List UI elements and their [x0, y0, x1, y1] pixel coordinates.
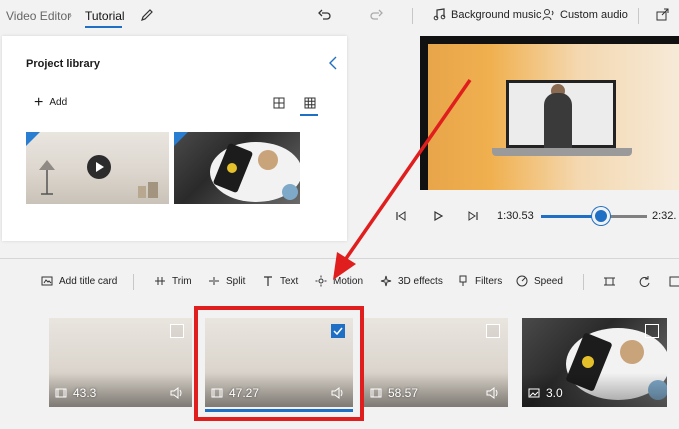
crop-remove-black-bars-icon[interactable] — [603, 275, 616, 288]
preview-laptop-base — [492, 148, 632, 156]
clip-duration: 58.57 — [370, 386, 418, 400]
more-options-icon[interactable] — [669, 275, 679, 288]
clip-select-checkbox[interactable] — [170, 324, 184, 338]
redo-icon[interactable] — [369, 8, 383, 22]
breadcrumb-chevron-icon: › — [68, 8, 72, 22]
export-share-icon[interactable] — [656, 8, 669, 21]
volume-icon[interactable] — [170, 387, 184, 399]
motion-icon — [315, 275, 327, 287]
project-title: Tutorial — [85, 9, 125, 23]
split-icon — [209, 277, 219, 285]
next-frame-icon[interactable] — [467, 210, 479, 222]
plus-icon: + — [34, 93, 44, 111]
add-title-card-button[interactable]: Add title card — [41, 275, 117, 287]
rotate-icon[interactable] — [638, 275, 651, 288]
filters-button[interactable]: Filters — [457, 275, 502, 287]
toolbar-divider — [133, 274, 134, 290]
text-label: Text — [280, 275, 299, 287]
phone-photo-graphic — [210, 142, 300, 202]
filters-label: Filters — [475, 275, 503, 287]
speed-label: Speed — [534, 275, 563, 287]
add-media-button[interactable]: + Add — [34, 93, 68, 111]
annotation-highlight-box — [194, 306, 364, 421]
volume-icon[interactable] — [486, 387, 500, 399]
storyboard-clip[interactable]: 58.57 — [364, 318, 508, 407]
video-clip-icon — [370, 388, 382, 398]
seek-bar-handle[interactable] — [592, 207, 611, 225]
large-grid-view-icon[interactable] — [273, 97, 285, 109]
background-music-button[interactable]: Background music — [433, 8, 542, 21]
filters-icon — [459, 275, 467, 286]
add-title-card-label: Add title card — [59, 275, 118, 287]
speed-button[interactable]: Speed — [516, 275, 563, 287]
toolbar-divider — [412, 8, 413, 24]
storyboard-toolbar: Add title card Trim Split Text Motion 3D… — [0, 258, 679, 304]
3d-effects-label: 3D effects — [398, 275, 443, 287]
custom-audio-icon — [542, 9, 554, 21]
image-clip-icon — [528, 388, 540, 398]
storyboard-clip-image[interactable]: 3.0 — [522, 318, 667, 407]
text-icon — [264, 276, 272, 286]
background-music-label: Background music — [451, 8, 542, 21]
shelf-decor-graphic — [138, 182, 158, 198]
play-preview-icon[interactable] — [87, 155, 111, 179]
music-note-icon — [433, 8, 446, 21]
clip-duration-text: 3.0 — [546, 386, 563, 400]
library-thumbnail-room-video[interactable] — [26, 132, 169, 204]
current-time: 1:30.53 — [497, 210, 534, 222]
storyboard-clip[interactable]: 43.3 — [49, 318, 192, 407]
library-title: Project library — [26, 58, 100, 70]
3d-effects-icon — [380, 275, 392, 287]
preview-person — [544, 93, 572, 148]
3d-effects-button[interactable]: 3D effects — [380, 275, 443, 287]
toolbar-divider — [583, 274, 584, 290]
toolbar-divider — [638, 8, 639, 24]
play-icon[interactable] — [432, 210, 444, 222]
text-button[interactable]: Text — [262, 275, 298, 287]
lamp-graphic — [39, 160, 55, 195]
trim-icon — [155, 277, 165, 285]
add-media-label: Add — [49, 97, 68, 108]
view-selected-indicator — [300, 114, 318, 116]
split-button[interactable]: Split — [208, 275, 245, 287]
previous-frame-icon[interactable] — [395, 210, 407, 222]
split-label: Split — [226, 275, 246, 287]
library-thumbnail-phone-photo[interactable] — [174, 132, 300, 204]
clip-select-checkbox[interactable] — [645, 324, 659, 338]
added-to-project-marker — [26, 132, 40, 146]
top-bar: Video Editor › Tutorial Background music… — [0, 0, 679, 32]
trim-label: Trim — [172, 275, 192, 287]
project-library-panel: Project library + Add — [2, 36, 347, 241]
collapse-chevron-icon[interactable] — [328, 56, 338, 70]
motion-label: Motion — [333, 275, 364, 287]
total-time: 2:32. — [652, 210, 677, 222]
small-grid-view-icon[interactable] — [304, 97, 316, 109]
edit-pencil-icon[interactable] — [140, 8, 154, 22]
video-preview[interactable] — [420, 36, 679, 190]
trim-button[interactable]: Trim — [154, 275, 192, 287]
video-clip-icon — [55, 388, 67, 398]
title-card-icon — [41, 276, 53, 286]
motion-button[interactable]: Motion — [315, 275, 363, 287]
clip-duration-text: 43.3 — [73, 386, 97, 400]
clip-duration-text: 58.57 — [388, 386, 419, 400]
breadcrumb-video-editor[interactable]: Video Editor — [6, 9, 71, 23]
clip-duration: 43.3 — [55, 386, 96, 400]
undo-icon[interactable] — [318, 8, 332, 22]
custom-audio-button[interactable]: Custom audio — [542, 8, 628, 21]
project-title-underline — [85, 26, 122, 28]
clip-duration: 3.0 — [528, 386, 563, 400]
clip-select-checkbox[interactable] — [486, 324, 500, 338]
custom-audio-label: Custom audio — [560, 8, 628, 21]
speed-icon — [516, 275, 528, 287]
